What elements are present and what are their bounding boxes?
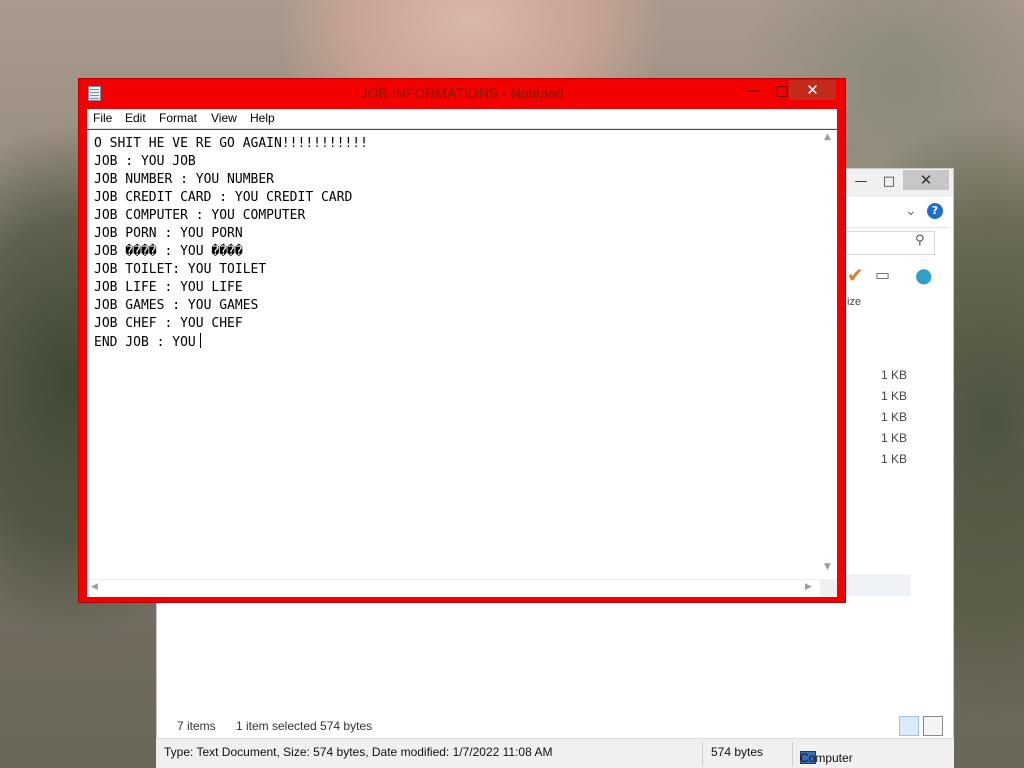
explorer-close-button[interactable]: ✕: [903, 170, 949, 190]
details-bar: Type: Text Document, Size: 574 bytes, Da…: [156, 738, 954, 768]
selection-info: 1 item selected 574 bytes: [236, 719, 373, 733]
file-size-details: 574 bytes: [711, 745, 764, 759]
scroll-down-icon[interactable]: ▼: [824, 562, 831, 572]
vertical-scrollbar[interactable]: ▲ ▼: [820, 130, 837, 579]
text-line: JOB TOILET: YOU TOILET: [94, 262, 267, 277]
editor-text[interactable]: O SHIT HE VE RE GO AGAIN!!!!!!!!!!! JOB …: [94, 135, 368, 352]
divider: [792, 742, 793, 766]
chevron-down-icon[interactable]: ⌄: [905, 203, 917, 219]
selected-row-highlight[interactable]: [837, 574, 911, 596]
menu-bar: File Edit Format View Help: [87, 109, 837, 129]
menu-edit[interactable]: Edit: [125, 111, 146, 125]
menu-file[interactable]: File: [93, 111, 112, 125]
file-size-cell: 1 KB: [880, 452, 907, 466]
text-line: JOB : YOU JOB: [94, 154, 196, 169]
text-line: JOB NUMBER : YOU NUMBER: [94, 172, 275, 187]
share-icon[interactable]: ●: [915, 263, 932, 287]
details-view-icon[interactable]: [899, 716, 919, 736]
text-line: JOB GAMES : YOU GAMES: [94, 298, 259, 313]
file-size-cell: 1 KB: [880, 389, 907, 403]
file-size-cell: 1 KB: [880, 410, 907, 424]
text-cursor: [199, 333, 201, 348]
search-icon[interactable]: ⚲: [915, 233, 925, 248]
item-count: 7 items: [177, 719, 216, 733]
file-size-cell: 1 KB: [880, 368, 907, 382]
window-title: JOB INFORMATIONS - Notepad: [360, 85, 564, 101]
text-line: JOB CHEF : YOU CHEF: [94, 316, 243, 331]
rename-icon[interactable]: ▭: [875, 263, 890, 287]
divider: [702, 742, 703, 766]
help-icon[interactable]: ?: [927, 203, 943, 219]
scroll-left-icon[interactable]: ◀: [91, 582, 98, 592]
close-button[interactable]: ✕: [789, 80, 836, 100]
explorer-minimize-button[interactable]: —: [847, 171, 875, 193]
text-line: O SHIT HE VE RE GO AGAIN!!!!!!!!!!!: [94, 136, 368, 151]
resize-grip[interactable]: [820, 579, 837, 596]
text-line: JOB ���� : YOU ����: [94, 244, 243, 259]
menu-help[interactable]: Help: [250, 111, 275, 125]
large-icons-view-icon[interactable]: [923, 716, 943, 736]
menu-format[interactable]: Format: [159, 111, 197, 125]
text-line: JOB COMPUTER : YOU COMPUTER: [94, 208, 306, 223]
explorer-maximize-button[interactable]: □: [875, 171, 903, 193]
horizontal-scrollbar[interactable]: ◀ ▶: [87, 579, 820, 597]
file-type-details: Type: Text Document, Size: 574 bytes, Da…: [164, 745, 553, 759]
minimize-button[interactable]: —: [741, 81, 767, 101]
text-line: END JOB : YOU: [94, 335, 196, 350]
notepad-window: JOB INFORMATIONS - Notepad — □ ✕ File Ed…: [78, 78, 846, 603]
location-label: Computer: [800, 751, 853, 765]
checkmark-icon[interactable]: ✔: [847, 263, 864, 287]
scroll-right-icon[interactable]: ▶: [805, 582, 812, 592]
text-line: JOB LIFE : YOU LIFE: [94, 280, 243, 295]
text-line: JOB PORN : YOU PORN: [94, 226, 243, 241]
file-size-cell: 1 KB: [880, 431, 907, 445]
scroll-up-icon[interactable]: ▲: [824, 132, 831, 142]
text-editor[interactable]: O SHIT HE VE RE GO AGAIN!!!!!!!!!!! JOB …: [87, 130, 837, 597]
text-line: JOB CREDIT CARD : YOU CREDIT CARD: [94, 190, 353, 205]
menu-view[interactable]: View: [211, 111, 237, 125]
size-column-header[interactable]: ize: [847, 296, 861, 308]
